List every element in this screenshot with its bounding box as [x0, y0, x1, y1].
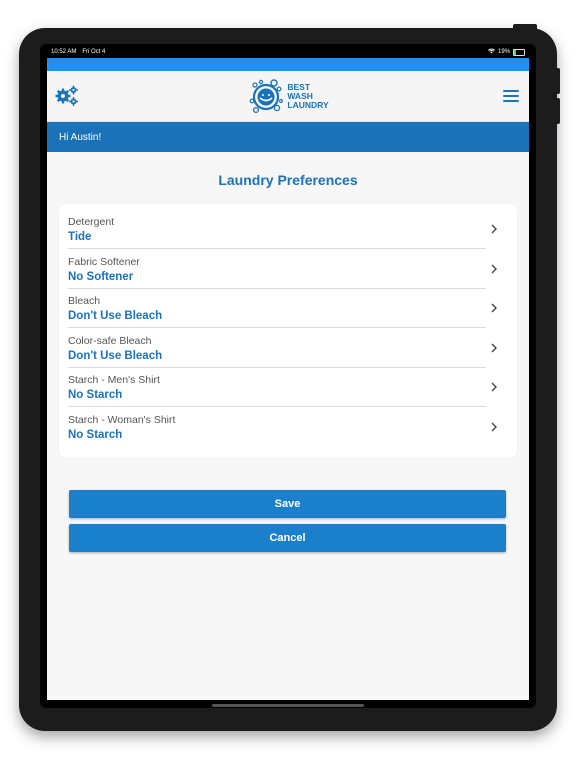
settings-button[interactable]: [55, 85, 79, 107]
chevron-right-icon: [491, 343, 497, 352]
preference-value: No Starch: [68, 389, 123, 401]
preference-value: Don't Use Bleach: [68, 349, 163, 362]
chevron-right-icon: [491, 382, 497, 392]
save-button[interactable]: Save: [69, 490, 506, 518]
preference-item-starch-mens-shirt[interactable]: Starch - Men's Shirt No Starch: [68, 368, 499, 407]
brand-logo: BEST WASH LAUNDRY: [247, 77, 329, 115]
battery-percent: 19%: [497, 49, 510, 55]
battery-icon: [513, 48, 525, 56]
preference-label: Fabric Softener: [68, 255, 140, 268]
preference-label: Bleach: [68, 295, 101, 307]
greeting-banner: Hi Austin!: [47, 122, 529, 152]
chevron-right-icon: [491, 303, 497, 313]
home-indicator[interactable]: [212, 704, 364, 707]
volume-down-button: [556, 98, 560, 124]
top-accent-strip: [47, 58, 529, 71]
preference-label: Detergent: [68, 216, 115, 228]
app-screen: BEST WASH LAUNDRY Hi Austin! Laundry Pre…: [47, 58, 529, 700]
status-bar: 10:52 AM Fri Oct 4 19%: [47, 46, 529, 58]
cancel-button[interactable]: Cancel: [69, 524, 506, 552]
preference-label: Color-safe Bleach: [68, 334, 152, 347]
chevron-right-icon: [491, 224, 497, 234]
preference-value: Tide: [68, 231, 92, 243]
hamburger-menu-icon: [503, 90, 519, 102]
volume-up-button: [556, 68, 560, 94]
preference-value: Don't Use Bleach: [68, 310, 163, 322]
preference-value: No Starch: [68, 428, 123, 441]
preference-label: Starch - Men's Shirt: [68, 374, 160, 386]
brand-name: BEST WASH LAUNDRY: [287, 82, 329, 110]
wifi-icon: [487, 48, 495, 56]
preference-item-starch-womans-shirt[interactable]: Starch - Woman's Shirt No Starch: [68, 408, 499, 447]
preference-item-fabric-softener[interactable]: Fabric Softener No Softener: [68, 250, 499, 289]
menu-button[interactable]: [503, 90, 519, 102]
status-date: Fri Oct 4: [82, 49, 106, 55]
brand-line-3: LAUNDRY: [287, 99, 329, 110]
chevron-right-icon: [491, 422, 497, 431]
preference-item-detergent[interactable]: Detergent Tide: [68, 210, 499, 249]
greeting-text: Hi Austin!: [59, 131, 102, 143]
chevron-right-icon: [491, 264, 497, 273]
power-button: [513, 24, 537, 30]
preference-value: No Softener: [68, 270, 134, 283]
app-header: BEST WASH LAUNDRY: [47, 71, 529, 122]
gears-icon: [55, 85, 78, 106]
preference-item-bleach[interactable]: Bleach Don't Use Bleach: [68, 289, 499, 328]
page-title: Laundry Preferences: [218, 172, 358, 188]
preferences-card: Detergent Tide Fabric Softener No Soften…: [59, 204, 517, 458]
status-time: 10:52 AM: [51, 49, 77, 55]
preference-label: Starch - Woman's Shirt: [68, 413, 176, 426]
preference-item-color-safe-bleach[interactable]: Color-safe Bleach Don't Use Bleach: [68, 329, 499, 368]
washing-machine-logo-icon: [249, 79, 284, 114]
